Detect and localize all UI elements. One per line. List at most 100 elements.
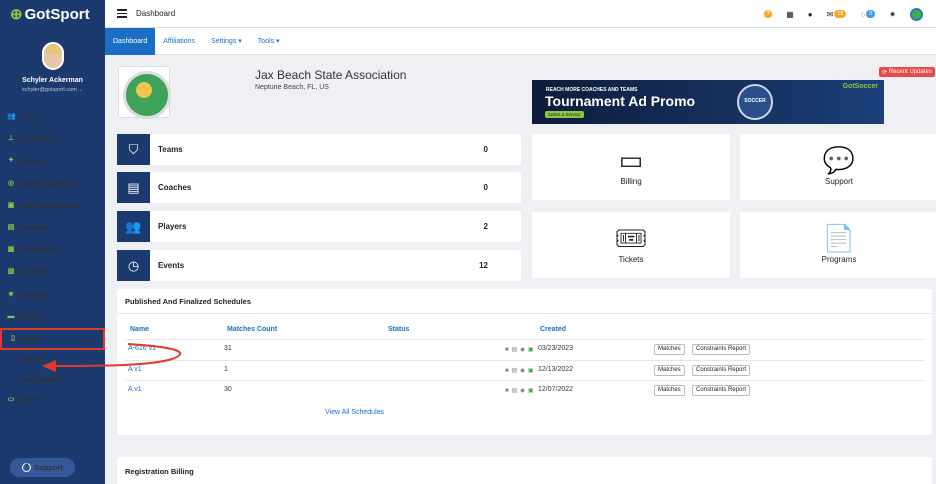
stat-label: Coaches: [158, 183, 192, 192]
tab-bar: Dashboard Affiliations Settings ▾ Tools …: [105, 27, 936, 55]
mail-icon[interactable]: ✉ 18: [827, 10, 847, 19]
table-row: A-616 v1 31 ■▤◆▣ 03/23/2023 Matches Constrain…: [125, 339, 925, 359]
ticket-icon: 🎟: [614, 223, 648, 253]
sidebar-item-association[interactable]: ⊥ Association ›: [0, 128, 105, 150]
gotsoccer-logo: GotSoccer: [842, 83, 878, 90]
chevron-right-icon: ›: [93, 289, 97, 301]
users-icon: 👥: [7, 113, 16, 120]
help-icon[interactable]: ?: [764, 10, 773, 18]
chevron-down-icon: ⌄: [78, 87, 83, 93]
user-icon[interactable]: ●: [808, 10, 813, 19]
sidebar-item-forms[interactable]: ▯ Forms ⌄: [0, 328, 105, 350]
tab-tools[interactable]: Tools ▾: [250, 28, 288, 55]
chevron-right-icon: ›: [93, 133, 97, 145]
credit-card-icon: ▬: [7, 313, 15, 320]
chevron-right-icon: ›: [93, 155, 97, 167]
sidebar-item-label: Billing: [19, 313, 41, 321]
view-all-schedules-link[interactable]: View All Schedules: [325, 409, 384, 416]
ad-cta-button[interactable]: Select a Service: [545, 111, 584, 118]
bookmark-icon: ■: [505, 347, 512, 353]
user-name: Schyler Ackerman: [22, 77, 83, 84]
globe-icon[interactable]: [910, 7, 923, 21]
column-header-status[interactable]: Status: [388, 326, 409, 333]
sidebar-item-users[interactable]: 👥 Users ›: [0, 106, 105, 128]
bookmark-icon: ■: [505, 388, 512, 394]
column-header-name[interactable]: Name: [130, 326, 149, 333]
stat-label: Events: [158, 261, 185, 270]
soccer-ball-icon: SOCCER: [737, 84, 773, 120]
column-header-created[interactable]: Created: [540, 326, 566, 333]
matches-button[interactable]: Matches: [654, 344, 685, 355]
book-icon: ▤: [117, 172, 150, 203]
support-button[interactable]: ? Support: [10, 458, 75, 477]
chevron-right-icon: ›: [93, 222, 97, 234]
file-icon: 📄: [822, 223, 856, 253]
refresh-icon: ⟳: [882, 69, 889, 76]
grid-apps-icon[interactable]: ▦: [786, 10, 794, 19]
sidebar-sub-forms[interactable]: Forms: [0, 350, 105, 370]
user-email-dropdown[interactable]: schyler@gotsport.com ⌄: [0, 87, 105, 93]
matches-button[interactable]: Matches: [654, 385, 685, 396]
chevron-right-icon: ›: [93, 200, 97, 212]
stat-value: 2: [483, 222, 488, 231]
tab-affiliations[interactable]: Affiliations: [155, 28, 203, 55]
chevron-right-icon: ›: [93, 244, 97, 256]
sidebar-item-label: Scheduling: [19, 246, 57, 254]
column-header-matches-count[interactable]: Matches Count: [227, 326, 277, 333]
stat-card-events[interactable]: ◷ Events 12: [117, 250, 521, 281]
tab-dashboard[interactable]: Dashboard: [105, 27, 156, 55]
created-date: 03/23/2023: [538, 345, 574, 352]
sidebar-sub-registrations[interactable]: Registrations: [0, 370, 105, 390]
stat-card-players[interactable]: 👥 Players 2: [117, 211, 521, 242]
tournament-ad-banner[interactable]: REACH MORE COACHES AND TEAMS Tournament …: [532, 80, 884, 124]
billing-tile[interactable]: ▭ Billing: [532, 134, 730, 200]
sidebar-item-features[interactable]: ★ Features ›: [0, 284, 105, 306]
page-title: Dashboard: [136, 9, 176, 18]
chat-icon: ◎: [7, 180, 15, 187]
schedule-name-link[interactable]: A v1: [128, 366, 142, 373]
stat-value: 12: [479, 261, 488, 270]
stat-label: Players: [158, 222, 187, 231]
hamburger-menu-icon[interactable]: [117, 7, 127, 20]
gear-icon[interactable]: ✷: [889, 10, 896, 19]
stat-card-teams[interactable]: ⛉ Teams 0: [117, 134, 521, 165]
schedule-name-link[interactable]: A v1: [128, 386, 142, 393]
chat-count-badge: 0: [866, 10, 876, 18]
tickets-tile[interactable]: 🎟 Tickets: [532, 212, 730, 278]
note-icon: ▤: [511, 368, 521, 374]
logo-mark-icon: ⊕: [10, 6, 23, 23]
sidebar-item-stores[interactable]: ▭ Stores ›: [0, 389, 105, 411]
constraints-report-button[interactable]: Constraints Report: [692, 385, 751, 396]
comments-icon: 💬: [822, 145, 856, 175]
sidebar-item-label: Users: [19, 113, 39, 121]
sidebar-item-venues[interactable]: ✦ Venues ›: [0, 150, 105, 172]
registration-billing-panel: Registration Billing: [117, 457, 932, 484]
support-tile[interactable]: 💬 Support: [740, 134, 936, 200]
sidebar-item-billing[interactable]: ▬ Billing ›: [0, 306, 105, 328]
schedule-name-link[interactable]: A-616 v1: [128, 345, 156, 352]
chevron-right-icon: ›: [93, 311, 97, 323]
avatar[interactable]: [41, 42, 64, 70]
players-icon: 👥: [117, 211, 150, 242]
created-date: 12/07/2022: [538, 386, 574, 393]
sidebar-item-scheduling[interactable]: ▦ Scheduling ›: [0, 239, 105, 261]
constraints-report-button[interactable]: Constraints Report: [692, 365, 751, 376]
table-row: A v1 1 ■▤◆▣ 12/13/2022 Matches Constraints Re…: [125, 360, 925, 380]
sidebar-item-archives[interactable]: ▧ Archives ›: [0, 261, 105, 283]
chat-icon[interactable]: ◌ 0: [860, 10, 876, 19]
sidebar-item-label: Archives: [19, 268, 49, 276]
recent-updates-button[interactable]: ⟳ Recent Updates: [879, 67, 935, 77]
programs-tile[interactable]: 📄 Programs: [740, 212, 936, 278]
sidebar-item-club-management[interactable]: ▣ Club Management ›: [0, 195, 105, 217]
tab-settings[interactable]: Settings ▾: [203, 28, 250, 55]
sidebar-item-communications[interactable]: ◎ Communications ›: [0, 173, 105, 195]
gotsport-logo[interactable]: ⊕ GotSport: [0, 0, 105, 28]
archive-icon: ▧: [7, 268, 15, 275]
sidebar-item-programs[interactable]: ▤ Programs ›: [0, 217, 105, 239]
note-icon: ▤: [511, 388, 521, 394]
stat-value: 0: [483, 145, 488, 154]
constraints-report-button[interactable]: Constraints Report: [692, 344, 751, 355]
matches-count: 30: [224, 386, 232, 393]
matches-button[interactable]: Matches: [654, 365, 685, 376]
stat-card-coaches[interactable]: ▤ Coaches 0: [117, 172, 521, 203]
